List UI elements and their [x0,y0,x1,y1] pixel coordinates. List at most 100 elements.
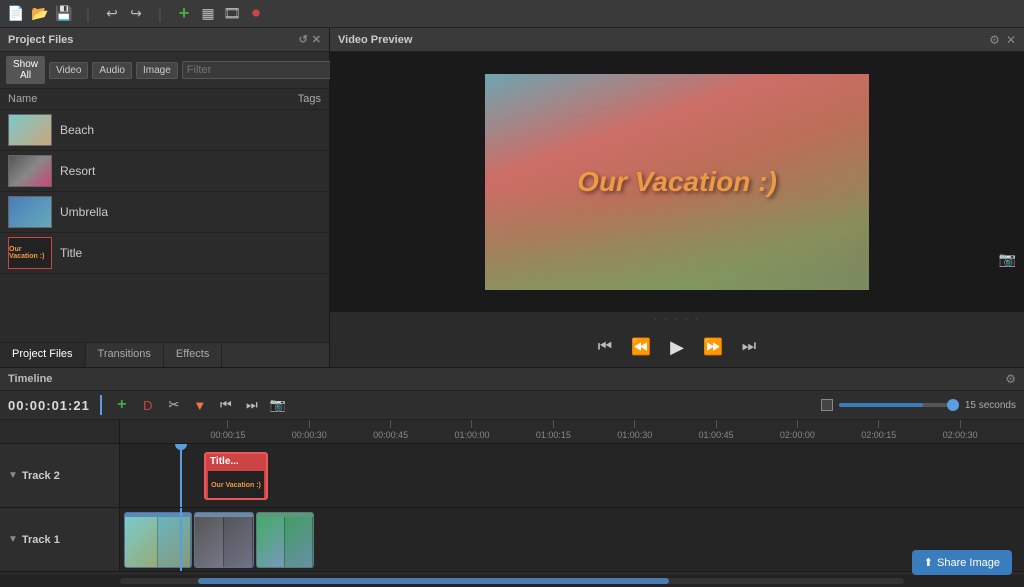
record-icon[interactable]: ⏺ [246,4,266,24]
ruler-tick: 01:00:00 [454,420,489,440]
filter-track-button[interactable]: ▼ [190,395,210,415]
ruler-track-label [0,420,120,443]
file-item-beach[interactable]: Beach [0,110,329,151]
frame-cell [257,517,285,567]
preview-settings-icon[interactable]: ⚙ [989,33,1000,47]
ruler-ticks: 00:00:1500:00:3000:00:4501:00:0001:00:15… [120,420,1024,443]
skip-to-start-button[interactable]: ⏮ [593,335,617,359]
track-label-1: ▼ Track 1 [0,508,120,571]
ruler-tick: 00:00:45 [373,420,408,440]
filter-input[interactable] [182,61,334,79]
file-thumb-title: Our Vacation :) [8,237,52,269]
tracks-container: ▼ Track 2 Title... Our Vacation :) ▼ Tra… [0,444,1024,575]
tab-effects[interactable]: Effects [164,343,222,367]
cut-button[interactable]: ✂ [164,395,184,415]
title-clip-preview: Our Vacation :) [208,471,264,499]
share-icon: ⬆ [924,556,933,569]
file-item-resort[interactable]: Resort [0,151,329,192]
scrollbar-thumb[interactable] [198,578,668,584]
snapshot-button[interactable]: 📷 [268,395,288,415]
cursor-head-2 [175,444,187,450]
clip-frames-road [195,517,253,567]
video-clip-road[interactable] [194,512,254,568]
zoom-track[interactable] [839,403,959,407]
add-track-button[interactable]: + [112,395,132,415]
timecode-cursor-indicator [100,395,102,415]
title-clip[interactable]: Title... Our Vacation :) [204,452,268,500]
track-1-arrow[interactable]: ▼ [8,534,18,545]
frame-cell [195,517,224,567]
add-media-icon[interactable]: + [174,4,194,24]
title-clip-label: Title... [206,454,266,469]
play-button[interactable]: ▶ [665,335,689,359]
track-row-1: ▼ Track 1 [0,508,1024,572]
file-item-title[interactable]: Our Vacation :) Title [0,233,329,274]
save-icon[interactable]: 💾 [54,4,74,24]
col-name-header: Name [8,93,261,105]
redo-icon[interactable]: ↪ [126,4,146,24]
remove-clip-button[interactable]: D [138,395,158,415]
close-panel-icon[interactable]: ✕ [312,33,321,46]
preview-title: Video Preview [338,34,412,46]
filter-show-all[interactable]: Show All [6,56,45,84]
track-2-content[interactable]: Title... Our Vacation :) [120,444,1024,507]
screenshot-icon[interactable]: 📷 [999,251,1016,268]
refresh-icon[interactable]: ↺ [299,33,308,46]
track-1-content[interactable] [120,508,1024,571]
rewind-button[interactable]: ⏪ [629,335,653,359]
filter-audio[interactable]: Audio [92,62,132,79]
skip-to-end-button[interactable]: ⏭ [737,335,761,359]
scrollbar-row [0,575,1024,587]
timeline-section: Timeline ⚙ 00:00:01:21 + D ✂ ▼ ⏮ ⏭ 📷 15 … [0,367,1024,587]
filmstrip-icon[interactable]: 🎞 [222,4,242,24]
zoom-slider: 15 seconds [821,399,1016,411]
new-file-icon[interactable]: 📄 [6,4,26,24]
open-icon[interactable]: 📂 [30,4,50,24]
track-2-arrow[interactable]: ▼ [8,470,18,481]
track-row-2: ▼ Track 2 Title... Our Vacation :) [0,444,1024,508]
timeline-settings-icon[interactable]: ⚙ [1005,372,1016,386]
frame-cell [224,517,253,567]
preview-header-icons: ⚙ ✕ [989,33,1016,47]
preview-close-icon[interactable]: ✕ [1006,33,1016,47]
timeline-cursor-track1 [180,508,182,571]
ruler-tick: 00:00:15 [210,420,245,440]
timeline-toolbar: 00:00:01:21 + D ✂ ▼ ⏮ ⏭ 📷 15 seconds [0,391,1024,420]
zoom-thumb[interactable] [947,399,959,411]
filter-image[interactable]: Image [136,62,178,79]
skip-end-tl-button[interactable]: ⏭ [242,395,262,415]
file-item-umbrella[interactable]: Umbrella [0,192,329,233]
timeline-title: Timeline [8,373,52,385]
panel-tabs: Project Files Transitions Effects [0,342,329,367]
ruler-tick: 02:00:00 [780,420,815,440]
tab-project-files[interactable]: Project Files [0,343,86,367]
frame-cell [158,517,191,567]
file-name-resort: Resort [60,164,95,178]
fast-forward-button[interactable]: ⏩ [701,335,725,359]
share-image-button[interactable]: ⬆ Share Image [912,550,1012,575]
undo-icon[interactable]: ↩ [102,4,122,24]
horizontal-scrollbar[interactable] [120,578,904,584]
panel-header-icons: ↺ ✕ [299,33,321,46]
file-name-umbrella: Umbrella [60,205,108,219]
ruler-tick: 01:00:30 [617,420,652,440]
project-files-header: Project Files ↺ ✕ [0,28,329,52]
top-toolbar: 📄 📂 💾 | ↩ ↪ | + ▦ 🎞 ⏺ [0,0,1024,28]
video-clip-umbrella[interactable] [256,512,314,568]
file-thumb-resort [8,155,52,187]
file-name-beach: Beach [60,123,94,137]
clip-frames-umbrella [257,517,313,567]
grid-view-icon[interactable]: ▦ [198,4,218,24]
tab-transitions[interactable]: Transitions [86,343,164,367]
filter-video[interactable]: Video [49,62,88,79]
ruler-row: 00:00:1500:00:3000:00:4501:00:0001:00:15… [0,420,1024,444]
skip-start-tl-button[interactable]: ⏮ [216,395,236,415]
video-preview: Our Vacation :) [485,74,869,290]
file-list: Beach Resort Umbrella Our Vacation :) Ti… [0,110,329,342]
zoom-checkbox[interactable] [821,399,833,411]
share-label: Share Image [937,557,1000,569]
separator2: | [150,4,170,24]
filter-bar: Show All Video Audio Image ✕ [0,52,329,89]
left-panel: Project Files ↺ ✕ Show All Video Audio I… [0,28,330,367]
ruler-tick: 00:00:30 [292,420,327,440]
